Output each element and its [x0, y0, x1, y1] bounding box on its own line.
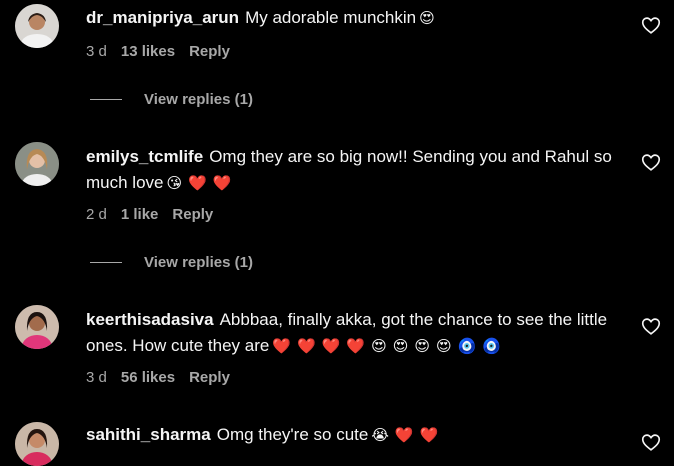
reply-button[interactable]: Reply: [189, 43, 230, 60]
comment-text: keerthisadasiva Abbbaa, finally akka, got…: [86, 307, 626, 360]
reply-button[interactable]: Reply: [172, 206, 213, 223]
divider-line: [90, 99, 122, 100]
view-replies-label: View replies (1): [144, 254, 253, 271]
avatar[interactable]: [15, 142, 59, 186]
heart-eyes-emoji: 😍: [436, 338, 452, 355]
comment-username[interactable]: keerthisadasiva: [86, 310, 214, 329]
view-replies-button[interactable]: View replies (1): [90, 254, 253, 271]
heart-eyes-emoji: 😍: [392, 338, 409, 355]
comment-body: My adorable munchkin: [245, 8, 417, 27]
comment-text: sahithi_sharma Omg they're so cute 😭 ❤️ ❤️: [86, 422, 626, 449]
reply-button[interactable]: Reply: [189, 369, 230, 386]
red-heart-emoji: ❤️: [297, 338, 316, 355]
like-button[interactable]: [640, 431, 662, 453]
crying-emoji: 😭: [371, 427, 389, 444]
heart-outline-icon: [641, 318, 661, 335]
kiss-emoji: 😘: [166, 175, 183, 192]
like-button[interactable]: [640, 14, 662, 36]
red-heart-emoji: ❤️: [321, 338, 341, 355]
comment-meta: 3 d 56 likes Reply: [86, 369, 244, 386]
comment-time: 3 d: [86, 43, 107, 60]
comment-body: Omg they're so cute: [216, 425, 369, 444]
view-replies-label: View replies (1): [144, 91, 253, 108]
heart-eyes-emoji: 😍: [371, 338, 387, 355]
like-button[interactable]: [640, 151, 662, 173]
comment-time: 2 d: [86, 206, 107, 223]
comment-likes[interactable]: 1 like: [121, 206, 159, 223]
red-heart-emoji: ❤️: [346, 338, 366, 355]
view-replies-button[interactable]: View replies (1): [90, 91, 253, 108]
like-button[interactable]: [640, 315, 662, 337]
comment-meta: 3 d 13 likes Reply: [86, 43, 244, 60]
heart-outline-icon: [641, 17, 661, 34]
nazar-amulet-emoji: 🧿: [457, 338, 477, 355]
heart-outline-icon: [641, 434, 661, 451]
heart-eyes-emoji: 😍: [414, 338, 430, 355]
comment-text: emilys_tcmlife Omg they are so big now!! …: [86, 144, 626, 197]
avatar[interactable]: [15, 305, 59, 349]
divider-line: [90, 262, 122, 263]
red-heart-emoji: ❤️: [394, 427, 414, 444]
heart-outline-icon: [641, 154, 661, 171]
comment-username[interactable]: dr_manipriya_arun: [86, 8, 239, 27]
nazar-amulet-emoji: 🧿: [482, 338, 502, 355]
red-heart-emoji: ❤️: [188, 175, 207, 192]
heart-eyes-emoji: 😍: [419, 10, 435, 27]
comment-username[interactable]: emilys_tcmlife: [86, 147, 203, 166]
comment-likes[interactable]: 56 likes: [121, 369, 175, 386]
comment-likes[interactable]: 13 likes: [121, 43, 175, 60]
red-heart-emoji: ❤️: [212, 175, 232, 192]
avatar[interactable]: [15, 422, 59, 466]
avatar[interactable]: [15, 4, 59, 48]
comment-text: dr_manipriya_arun My adorable munchkin 😍: [86, 5, 626, 32]
red-heart-emoji: ❤️: [419, 427, 439, 444]
comment-meta: 2 d 1 like Reply: [86, 206, 227, 223]
comment-time: 3 d: [86, 369, 107, 386]
red-heart-emoji: ❤️: [272, 338, 292, 355]
comment-username[interactable]: sahithi_sharma: [86, 425, 211, 444]
